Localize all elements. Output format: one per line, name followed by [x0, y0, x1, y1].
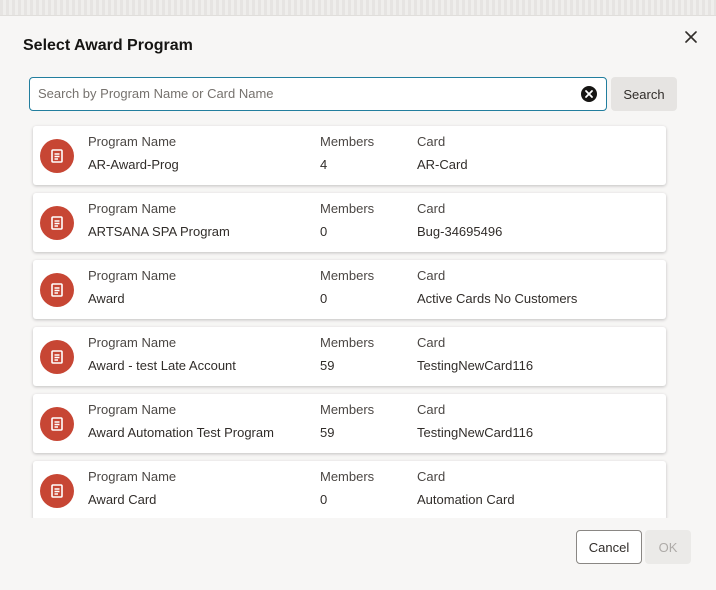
members-label: Members	[320, 134, 375, 149]
program-avatar	[40, 474, 74, 508]
window-top-strip	[0, 0, 716, 16]
program-card[interactable]: Program Name Members Card AR-Award-Prog …	[33, 126, 666, 185]
ok-button[interactable]: OK	[645, 530, 691, 564]
program-avatar	[40, 139, 74, 173]
program-avatar	[40, 206, 74, 240]
program-name-value: Award Automation Test Program	[88, 425, 274, 440]
members-label: Members	[320, 268, 375, 283]
close-button[interactable]	[680, 26, 702, 48]
card-value: Automation Card	[417, 492, 515, 507]
search-field	[29, 77, 607, 111]
program-name-label: Program Name	[88, 268, 177, 283]
card-label: Card	[417, 469, 446, 484]
program-avatar	[40, 273, 74, 307]
members-value: 0	[320, 224, 328, 239]
program-card[interactable]: Program Name Members Card Award 0 Active…	[33, 260, 666, 319]
document-icon	[51, 417, 63, 431]
program-list: Program Name Members Card AR-Award-Prog …	[29, 122, 671, 518]
program-name-value: ARTSANA SPA Program	[88, 224, 230, 239]
program-name-label: Program Name	[88, 469, 177, 484]
card-value: TestingNewCard116	[417, 425, 534, 440]
clear-circle-icon[interactable]	[581, 86, 597, 102]
members-label: Members	[320, 402, 375, 417]
program-name-value: Award - test Late Account	[88, 358, 236, 373]
program-name-label: Program Name	[88, 201, 177, 216]
program-name-label: Program Name	[88, 402, 177, 417]
members-label: Members	[320, 469, 375, 484]
close-icon	[685, 31, 697, 43]
card-label: Card	[417, 335, 446, 350]
card-label: Card	[417, 402, 446, 417]
members-value: 59	[320, 358, 335, 373]
program-avatar	[40, 407, 74, 441]
card-label: Card	[417, 201, 446, 216]
card-value: Bug-34695496	[417, 224, 503, 239]
document-icon	[51, 216, 63, 230]
program-name-value: AR-Award-Prog	[88, 157, 179, 172]
program-card[interactable]: Program Name Members Card Award - test L…	[33, 327, 666, 386]
members-value: 59	[320, 425, 335, 440]
document-icon	[51, 350, 63, 364]
members-value: 0	[320, 492, 328, 507]
card-value: Active Cards No Customers	[417, 291, 578, 306]
document-icon	[51, 149, 63, 163]
search-input[interactable]	[38, 78, 578, 109]
card-label: Card	[417, 268, 446, 283]
card-value: AR-Card	[417, 157, 468, 172]
document-icon	[51, 283, 63, 297]
program-card[interactable]: Program Name Members Card Award Card 0 A…	[33, 461, 666, 518]
card-label: Card	[417, 134, 446, 149]
select-award-program-dialog: Select Award Program Search Program Name…	[0, 16, 716, 590]
program-avatar	[40, 340, 74, 374]
members-label: Members	[320, 201, 375, 216]
members-label: Members	[320, 335, 375, 350]
program-name-value: Award Card	[88, 492, 157, 507]
program-name-label: Program Name	[88, 134, 177, 149]
members-value: 0	[320, 291, 328, 306]
members-value: 4	[320, 157, 328, 172]
program-name-value: Award	[88, 291, 125, 306]
cancel-button[interactable]: Cancel	[576, 530, 642, 564]
search-button[interactable]: Search	[611, 77, 677, 111]
program-card[interactable]: Program Name Members Card Award Automati…	[33, 394, 666, 453]
program-card[interactable]: Program Name Members Card ARTSANA SPA Pr…	[33, 193, 666, 252]
program-name-label: Program Name	[88, 335, 177, 350]
dialog-title: Select Award Program	[23, 37, 193, 54]
document-icon	[51, 484, 63, 498]
card-value: TestingNewCard116	[417, 358, 534, 373]
